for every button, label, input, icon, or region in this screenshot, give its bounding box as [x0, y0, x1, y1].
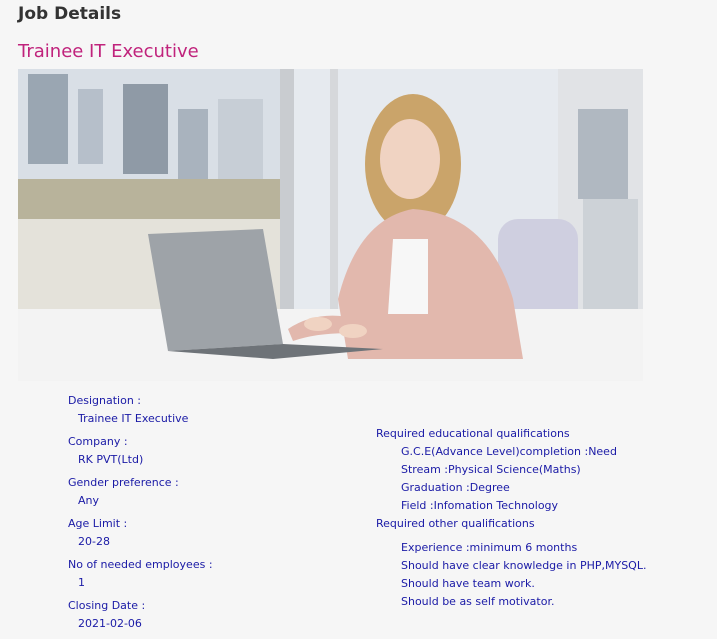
other-qualification-item: Should be as self motivator. [401, 595, 555, 608]
job-title: Trainee IT Executive [18, 41, 199, 62]
employees-label: No of needed employees : [68, 558, 213, 571]
gender-value: Any [78, 494, 100, 507]
other-qualification-item: Should have clear knowledge in PHP,MYSQL… [401, 559, 647, 572]
qualifications-panel: Required educational qualifications G.C.… [376, 425, 706, 611]
educational-item: G.C.E(Advance Level)completion :Need [401, 445, 617, 458]
educational-qualifications-title: Required educational qualifications [376, 427, 570, 440]
company-value: RK PVT(Ltd) [78, 453, 144, 466]
age-limit-field: Age Limit : 20-28 [68, 516, 358, 549]
page-title: Job Details [18, 4, 122, 24]
job-details-left: Designation : Trainee IT Executive Compa… [68, 393, 358, 639]
employees-value: 1 [78, 576, 85, 589]
company-field: Company : RK PVT(Ltd) [68, 434, 358, 467]
job-image [18, 69, 643, 381]
employees-field: No of needed employees : 1 [68, 557, 358, 590]
other-qualification-item: Should have team work. [401, 577, 535, 590]
designation-label: Designation : [68, 394, 141, 407]
gender-label: Gender preference : [68, 476, 179, 489]
other-qualification-item: Experience :minimum 6 months [401, 541, 578, 554]
educational-item: Field :Infomation Technology [401, 499, 559, 512]
designation-field: Designation : Trainee IT Executive [68, 393, 358, 426]
company-label: Company : [68, 435, 128, 448]
educational-item: Stream :Physical Science(Maths) [401, 463, 581, 476]
educational-item: Graduation :Degree [401, 481, 510, 494]
closing-date-value: 2021-02-06 [78, 617, 142, 630]
age-limit-value: 20-28 [78, 535, 110, 548]
other-qualifications-title: Required other qualifications [376, 517, 535, 530]
age-limit-label: Age Limit : [68, 517, 128, 530]
closing-date-field: Closing Date : 2021-02-06 [68, 598, 358, 631]
designation-value: Trainee IT Executive [78, 412, 189, 425]
closing-date-label: Closing Date : [68, 599, 146, 612]
gender-field: Gender preference : Any [68, 475, 358, 508]
